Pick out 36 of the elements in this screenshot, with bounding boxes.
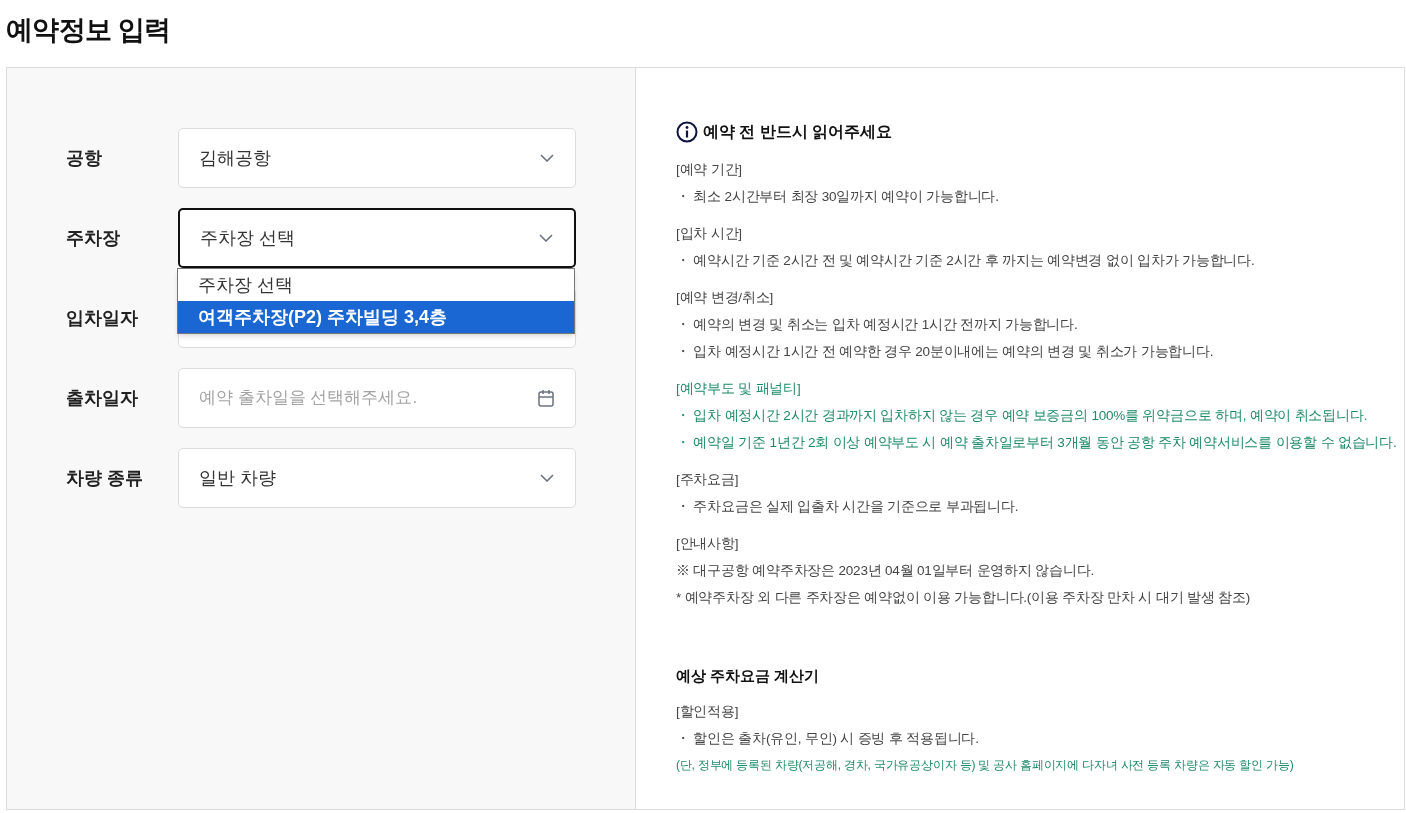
section-title: [주차요금] (676, 471, 740, 489)
section-title: [예약부도 및 패널티] (676, 380, 802, 398)
field-label: 입차일자 (66, 306, 139, 330)
page-title: 예약정보 입력 (6, 14, 171, 47)
section-title: [예약 변경/취소] (676, 289, 774, 307)
notice-text: ・ 입차 예정시간 2시간 경과까지 입차하지 않는 경우 예약 보증금의 100%를 위약금으로 하며, 예약이 취소됩니다. (676, 407, 1369, 425)
notice-text: ・ 할인은 출차(유인, 무인) 시 증빙 후 적용됩니다. (676, 729, 980, 748)
select-field[interactable]: 김해공항 (178, 128, 576, 188)
calendar-icon (538, 389, 554, 407)
notice-text: ・ 입차 예정시간 1시간 전 예약한 경우 20분이내에는 예약의 변경 및 취소가 가능합니다. (676, 343, 1215, 361)
field-label: 공항 (66, 146, 103, 170)
select-field[interactable]: 주차장 선택 (178, 208, 576, 268)
section-title: [예약 기간] (676, 161, 743, 179)
notice-text: ※ 대구공항 예약주차장은 2023년 04월 01일부터 운영하지 않습니다. (676, 562, 1096, 580)
notice-text: ・ 최소 2시간부터 최장 30일까지 예약이 가능합니다. (676, 188, 1000, 206)
section-title: [안내사항] (676, 535, 740, 553)
field-label: 주차장 (66, 226, 121, 250)
notice-text: ・ 예약의 변경 및 취소는 입차 예정시간 1시간 전까지 가능합니다. (676, 316, 1079, 334)
notice-heading: 예약 전 반드시 읽어주세요 (703, 122, 893, 142)
field-label: 출차일자 (66, 386, 139, 410)
section-title: [입차 시간] (676, 225, 743, 243)
dropdown-option[interactable]: 주차장 선택 (178, 269, 574, 301)
chevron-down-icon (540, 474, 554, 482)
info-icon (676, 121, 698, 143)
notice-text: ・ 예약일 기준 1년간 2회 이상 예약부도 시 예약 출차일로부터 3개월 동안 공항 주차 예약서비스를 이용할 수 없습니다. (676, 434, 1398, 452)
select-field[interactable]: 일반 차량 (178, 448, 576, 508)
notice-text: (단, 정부에 등록된 차량(저공해, 경차, 국가유공상이자 등) 및 공사 홈페이지에 다자녀 사전 등록 차량은 자동 할인 가능) (676, 756, 1295, 774)
field-label: 차량 종류 (66, 466, 144, 490)
calculator-heading: 예상 주차요금 계산기 (676, 666, 821, 686)
notice-text: ・ 주차요금은 실제 입출차 시간을 기준으로 부과됩니다. (676, 498, 1020, 516)
notice-text: ・ 예약시간 기준 2시간 전 및 예약시간 기준 2시간 후 까지는 예약변경 없이 입차가 가능합니다. (676, 252, 1256, 270)
notice-text: * 예약주차장 외 다른 주차장은 예약없이 이용 가능합니다.(이용 주차장 만차 시 대기 발생 참조) (676, 589, 1251, 607)
dropdown-option[interactable]: 여객주차장(P2) 주차빌딩 3,4층 (178, 301, 574, 333)
chevron-down-icon (540, 154, 554, 162)
chevron-down-icon (539, 234, 553, 242)
section-title: [할인적용] (676, 702, 740, 721)
